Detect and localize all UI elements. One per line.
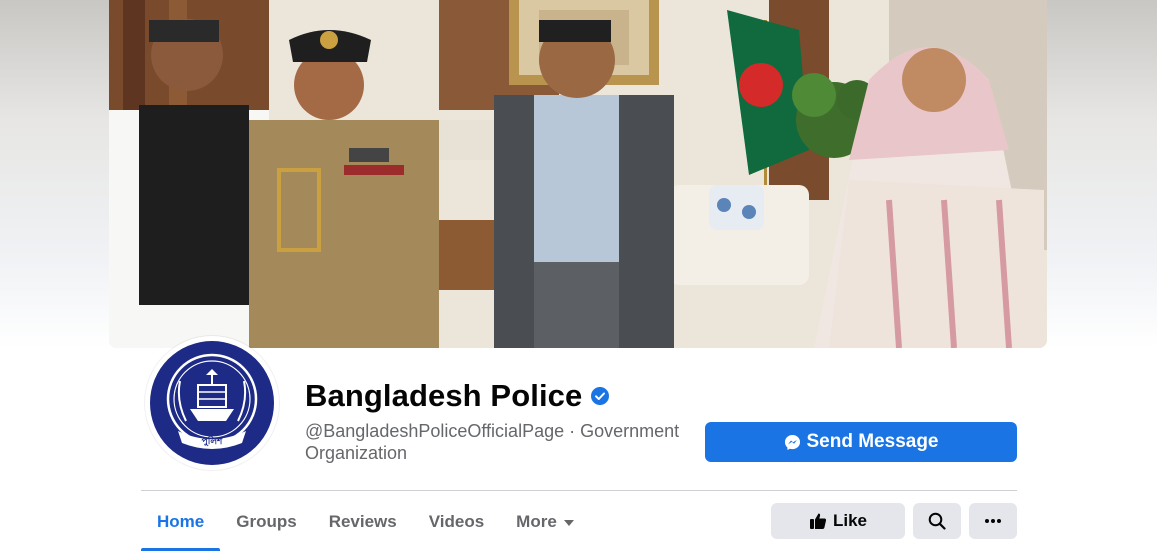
page-title-row: Bangladesh Police [305, 376, 610, 416]
like-label: Like [832, 511, 868, 530]
messenger-icon [784, 434, 800, 450]
thumbs-up-icon [809, 513, 827, 529]
ellipsis-icon [985, 519, 1001, 523]
page-handle-category: @BangladeshPoliceOfficialPage · Governme… [305, 421, 680, 463]
tab-videos[interactable]: Videos [413, 492, 500, 551]
header-divider [141, 490, 1017, 491]
tab-label: More [516, 511, 557, 531]
cover-photo-illustration [109, 0, 1047, 348]
search-button[interactable] [913, 503, 961, 539]
tab-label: Videos [428, 511, 485, 531]
tab-groups[interactable]: Groups [220, 492, 312, 551]
page-title: Bangladesh Police [305, 378, 583, 413]
tab-reviews[interactable]: Reviews [313, 492, 413, 551]
more-options-button[interactable] [969, 503, 1017, 539]
like-button[interactable]: Like [771, 503, 905, 539]
tab-label: Home [157, 511, 205, 531]
send-message-label: Send Message [806, 431, 939, 452]
page-avatar[interactable]: পুলিশ [145, 336, 279, 470]
send-message-button[interactable]: Send Message [705, 422, 1017, 462]
police-emblem-icon: পুলিশ [150, 341, 274, 465]
page-tabs: Home Groups Reviews Videos More [141, 492, 590, 551]
tab-label: Groups [236, 511, 297, 531]
caret-down-icon [563, 519, 574, 526]
emblem-text: পুলিশ [202, 435, 223, 448]
cover-photo[interactable] [109, 0, 1047, 348]
search-icon [928, 512, 946, 530]
tab-more[interactable]: More [500, 492, 590, 551]
tab-label: Reviews [328, 511, 397, 531]
tab-home[interactable]: Home [141, 492, 221, 551]
verified-check-icon [591, 387, 610, 405]
